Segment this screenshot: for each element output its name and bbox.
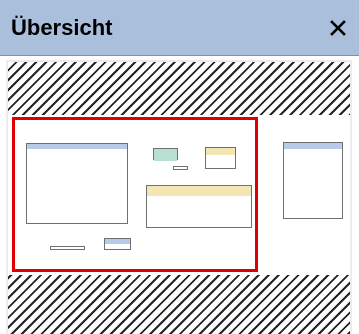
panel-title: Übersicht bbox=[11, 15, 113, 40]
overview-panel: Übersicht bbox=[0, 0, 359, 334]
diagram-window-right bbox=[283, 142, 343, 219]
close-icon bbox=[330, 20, 346, 36]
overview-area[interactable] bbox=[6, 60, 352, 334]
panel-titlebar: Übersicht bbox=[0, 0, 359, 56]
visible-area-indicator[interactable] bbox=[12, 117, 258, 272]
close-button[interactable] bbox=[326, 16, 350, 40]
